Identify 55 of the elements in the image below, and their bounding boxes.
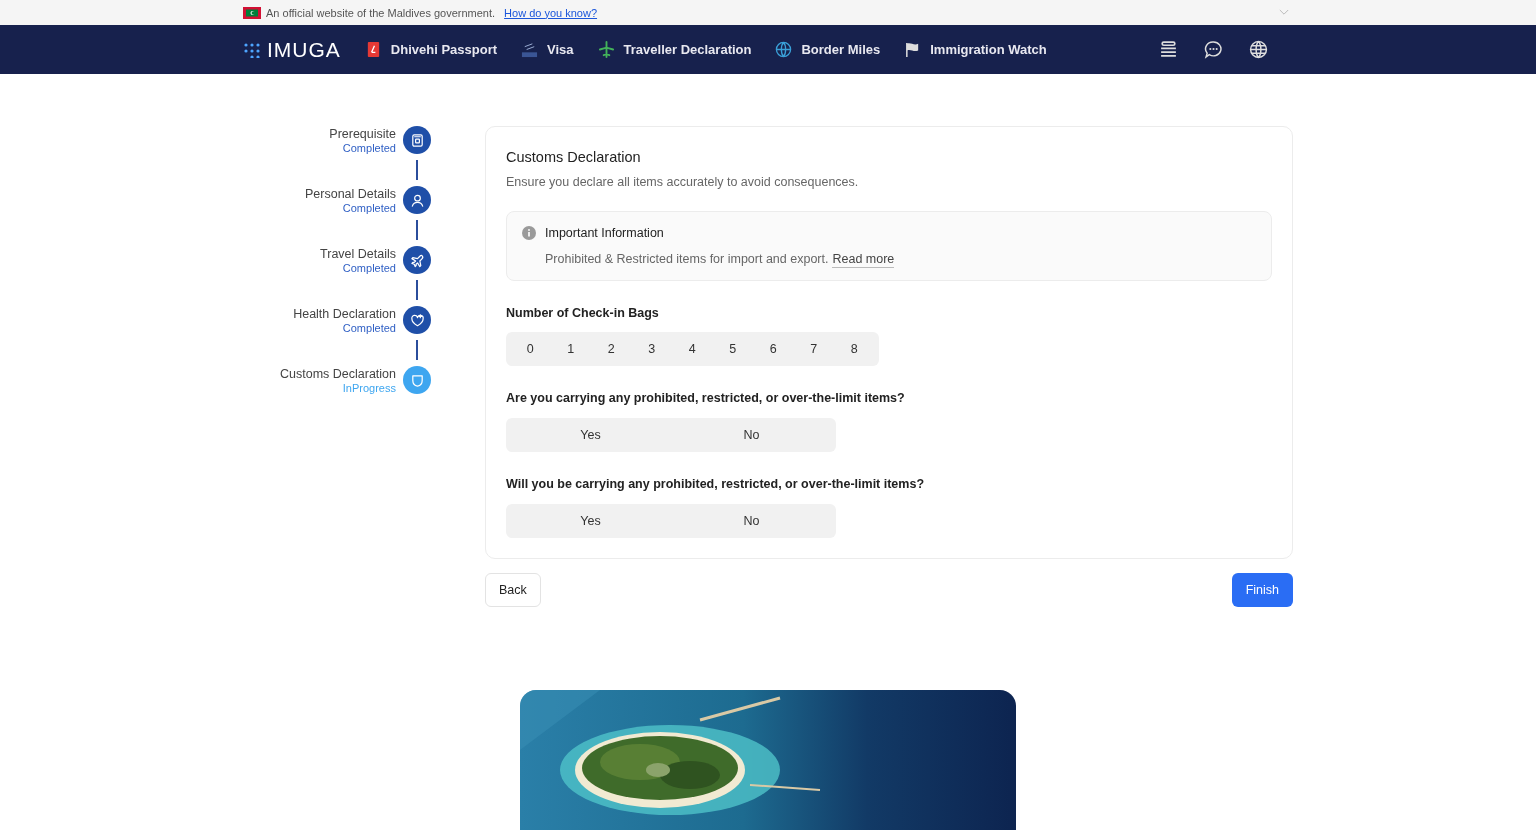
- step-title: Personal Details: [305, 186, 396, 201]
- shield-icon: [409, 372, 425, 388]
- answer-option[interactable]: No: [671, 421, 832, 449]
- step-status: Completed: [342, 261, 396, 274]
- bag-count-option[interactable]: 7: [793, 335, 834, 363]
- bag-count-option[interactable]: 4: [672, 335, 713, 363]
- logo-text[interactable]: IMUGA: [267, 37, 341, 62]
- read-more-link[interactable]: Read more: [832, 252, 895, 268]
- globe-icon: [775, 41, 793, 58]
- nav-link[interactable]: Traveller Declaration: [597, 41, 752, 58]
- step-title: Health Declaration: [293, 306, 396, 321]
- back-button[interactable]: Back: [485, 573, 541, 607]
- passport-icon: [409, 132, 425, 148]
- step-title: Travel Details: [320, 246, 396, 261]
- nav-link[interactable]: Visa: [521, 41, 574, 58]
- banner-text: An official website of the Maldives government.: [266, 6, 496, 19]
- nav-link[interactable]: Dhivehi Passport: [364, 41, 498, 58]
- step-status: InProgress: [342, 381, 396, 394]
- answer-option[interactable]: Yes: [510, 421, 671, 449]
- step-title: Prerequisite: [329, 126, 396, 141]
- info-icon: [522, 226, 536, 240]
- bag-count-option[interactable]: 5: [712, 335, 753, 363]
- nav-link[interactable]: Immigration Watch: [904, 41, 1047, 58]
- question-label: Number of Check-in Bags: [506, 306, 660, 320]
- step-status: Completed: [342, 141, 396, 154]
- question-label: Will you be carrying any prohibited, restricted, or over-the-limit items?: [506, 477, 926, 491]
- how-do-you-know-link[interactable]: How do you know?: [504, 6, 598, 19]
- globe-icon[interactable]: [1249, 40, 1268, 59]
- answer-option[interactable]: No: [671, 507, 832, 535]
- bag-count-option[interactable]: 1: [550, 335, 591, 363]
- chat-icon[interactable]: [1204, 40, 1223, 59]
- heart-icon: [409, 312, 425, 328]
- plane-icon: [597, 41, 615, 58]
- menu-icon[interactable]: [1159, 40, 1178, 59]
- form-title: Customs Declaration: [506, 149, 642, 165]
- bag-count-option[interactable]: 8: [834, 335, 875, 363]
- info-text: Prohibited & Restricted items for import and export.: [545, 252, 829, 266]
- bag-count-option[interactable]: 6: [753, 335, 794, 363]
- nav-link[interactable]: Border Miles: [775, 41, 881, 58]
- bag-count-option[interactable]: 2: [591, 335, 632, 363]
- logo-icon: [243, 41, 261, 58]
- form-subtitle: Ensure you declare all items accurately to avoid consequences.: [506, 175, 860, 189]
- plane-icon: [409, 252, 425, 268]
- visa-icon: [521, 41, 539, 58]
- finish-button[interactable]: Finish: [1231, 573, 1293, 607]
- step-title: Customs Declaration: [280, 366, 396, 381]
- bag-count-option[interactable]: 3: [631, 335, 672, 363]
- answer-option[interactable]: Yes: [510, 507, 671, 535]
- question-label: Are you carrying any prohibited, restricted, or over-the-limit items?: [506, 391, 906, 405]
- flag-icon: [243, 6, 261, 19]
- person-icon: [409, 192, 425, 208]
- step-status: Completed: [342, 201, 396, 214]
- step-status: Completed: [342, 321, 396, 334]
- info-title: Important Information: [545, 226, 664, 240]
- bag-count-option[interactable]: 0: [510, 335, 551, 363]
